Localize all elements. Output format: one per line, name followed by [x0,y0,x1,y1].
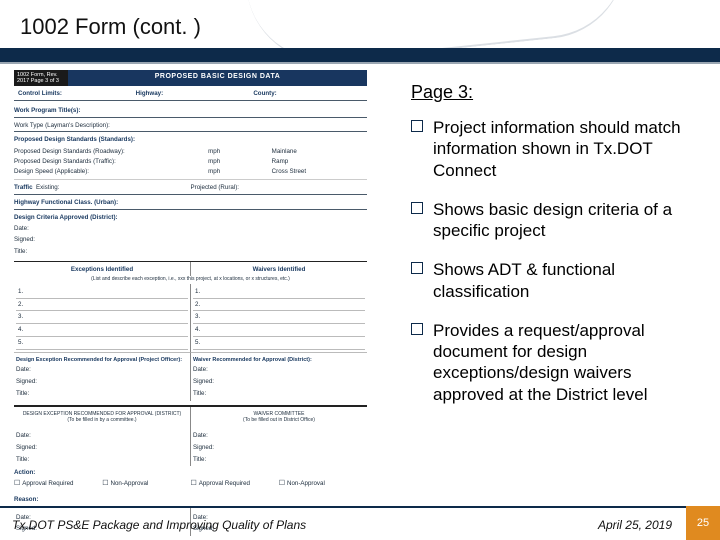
label-work-program: Work Program Title(s): [14,101,367,118]
pds-item: Proposed Design Standards (Traffic): [14,157,208,167]
page-subheading: Page 3: [411,82,698,103]
chk-approval: Approval Required [191,480,279,489]
label-work-type: Work Type (Layman's Description): [14,118,367,133]
pds-item: Design Speed (Applicable): [14,167,208,177]
lane-col: Cross Street [272,167,367,177]
title-bar: 1002 Form (cont. ) [0,0,720,60]
rec-left: Design Exception Recommended for Approva… [16,357,188,364]
sig-title: Title: [193,387,365,399]
page-title: 1002 Form (cont. ) [0,0,720,40]
title-underline [0,48,720,64]
list-item: 5. [193,337,365,350]
speed-unit: mph [208,167,272,177]
sig-title: Title: [193,453,365,465]
sig-signed: Signed: [16,441,188,453]
lane-col: Mainlane [272,147,367,157]
bullet-text: Shows basic design criteria of a specifi… [433,199,698,242]
bullet-item: Shows ADT & functional classification [391,259,698,302]
form-header-main: PROPOSED BASIC DESIGN DATA [68,70,367,86]
square-bullet-icon [411,120,423,132]
footer: Tx.DOT PS&E Package and Improving Qualit… [0,506,720,540]
label-existing: Existing: [36,184,59,191]
chk-nonapproval: Non-Approval [102,480,190,489]
label-control: Control Limits: [14,90,132,98]
label-pds-heading: Proposed Design Standards (Standards): [14,132,367,144]
sig-title: Title: [14,245,367,257]
list-item: 5. [16,337,188,350]
speed-unit: mph [208,157,272,167]
label-projected: Projected (Rural): [191,184,368,192]
square-bullet-icon [411,323,423,335]
list-item: 2. [193,299,365,312]
list-item: 2. [16,299,188,312]
sig-date: Date: [14,222,367,234]
bullet-item: Provides a request/approval document for… [391,320,698,405]
footer-divider [0,506,720,508]
sig-title: Title: [16,387,188,399]
list-item: 4. [193,324,365,337]
sig-date: Date: [16,429,188,441]
sig-date: Date: [193,363,365,375]
label-func-class: Highway Functional Class. (Urban): [14,195,367,210]
list-item: 3. [16,311,188,324]
label-highway: Highway: [132,90,250,98]
list-item: 1. [16,286,188,299]
sig-date: Date: [193,429,365,441]
square-bullet-icon [411,262,423,274]
square-bullet-icon [411,202,423,214]
content-panel: Page 3: Project information should match… [375,64,720,494]
form-header-small: 1002 Form, Rev. 2017 Page 3 of 3 [14,70,68,86]
committee-left: DESIGN EXCEPTION RECOMMENDED FOR APPROVA… [14,407,191,426]
rec-right: Waiver Recommended for Approval (Distric… [193,357,365,364]
sig-signed: Signed: [193,375,365,387]
bullet-text: Shows ADT & functional classification [433,259,698,302]
label-traffic: Traffic [14,184,33,191]
sig-title: Title: [16,453,188,465]
bullet-text: Provides a request/approval document for… [433,320,698,405]
list-item: 4. [16,324,188,337]
sig-signed: Signed: [193,441,365,453]
lane-col: Ramp [272,157,367,167]
list-item: 3. [193,311,365,324]
waivers-head: Waivers Identified [193,266,365,274]
pds-item: Proposed Design Standards (Roadway): [14,147,208,157]
exceptions-head: Exceptions Identified [16,266,188,274]
label-county: County: [249,90,367,98]
bullet-item: Project information should match informa… [391,117,698,181]
footer-title: Tx.DOT PS&E Package and Improving Qualit… [12,518,306,532]
exceptions-note: (List and describe each exception, i.e.,… [14,276,367,284]
sig-signed: Signed: [16,375,188,387]
label-action: Action: [14,466,367,477]
label-reason: Reason: [14,492,367,507]
sig-date: Date: [16,363,188,375]
speed-unit: mph [208,147,272,157]
chk-approval: Approval Required [14,480,102,489]
chk-nonapproval: Non-Approval [279,480,367,489]
bullet-item: Shows basic design criteria of a specifi… [391,199,698,242]
form-thumbnail: 1002 Form, Rev. 2017 Page 3 of 3 PROPOSE… [0,64,375,494]
list-item: 1. [193,286,365,299]
footer-date: April 25, 2019 [598,518,672,532]
bullet-text: Project information should match informa… [433,117,698,181]
committee-right: WAIVER COMMITTEE (To be filled out in Di… [191,407,367,426]
sig-signed: Signed: [14,233,367,245]
page-number-badge: 25 [686,506,720,540]
label-criteria: Design Criteria Approved (District): [14,210,367,222]
